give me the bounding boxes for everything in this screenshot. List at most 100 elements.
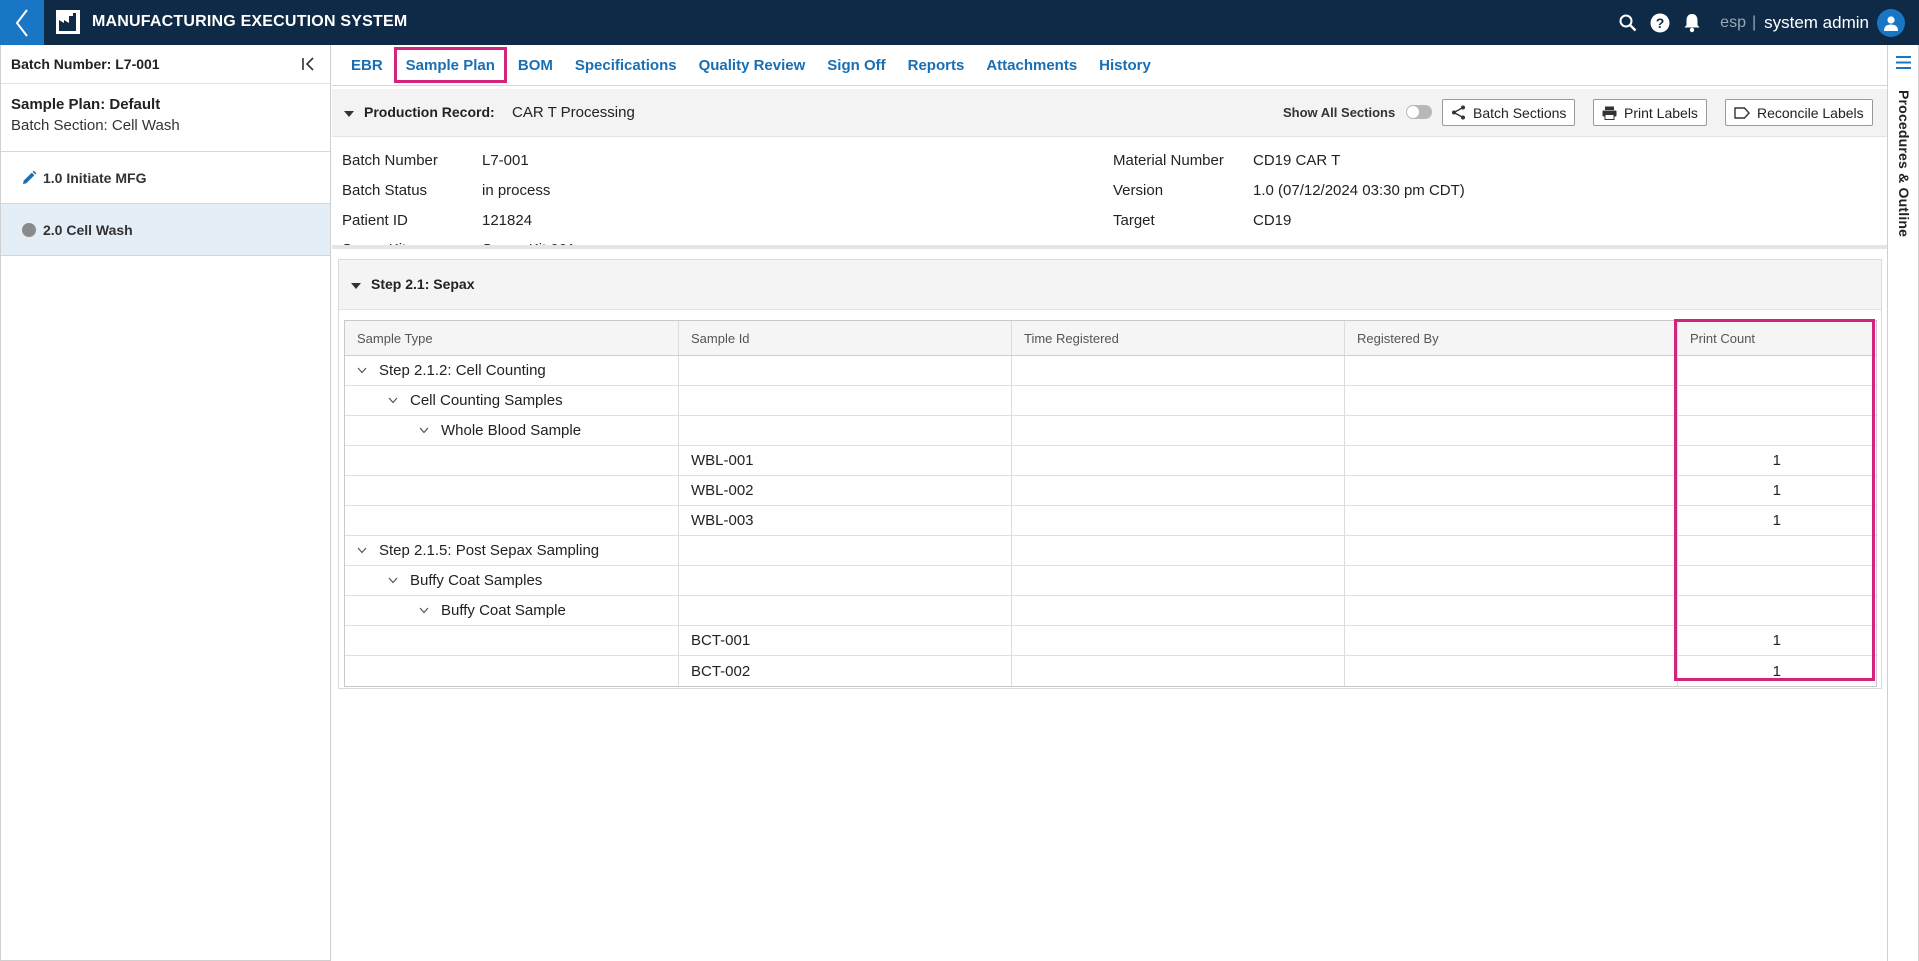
app-title: MANUFACTURING EXECUTION SYSTEM	[92, 13, 408, 30]
cell-registered-by	[1345, 476, 1678, 505]
tab-bom[interactable]: BOM	[507, 47, 564, 83]
tab-bar: EBR Sample Plan BOM Specifications Quali…	[332, 45, 1887, 86]
tab-sample-plan[interactable]: Sample Plan	[393, 47, 507, 83]
print-labels-button[interactable]: Print Labels	[1593, 99, 1707, 126]
table-row[interactable]: BCT-002 1	[345, 656, 1876, 686]
cell-time-registered	[1012, 446, 1345, 475]
sidebar-item-cell-wash[interactable]: 2.0 Cell Wash	[1, 204, 330, 256]
collapse-sidebar-button[interactable]	[298, 53, 320, 75]
procedures-outline-toggle[interactable]: Procedures & Outline	[1896, 90, 1912, 237]
field-label: Patient ID	[342, 212, 408, 229]
sample-type-label: Step 2.1.2: Cell Counting	[379, 362, 546, 379]
column-header-registered-by[interactable]: Registered By	[1345, 321, 1678, 355]
tab-reports[interactable]: Reports	[897, 47, 976, 83]
tree-group-row[interactable]: Step 2.1.2: Cell Counting	[345, 356, 1876, 386]
chevron-down-icon[interactable]	[419, 606, 429, 616]
show-all-sections-toggle[interactable]	[1406, 105, 1432, 119]
bell-icon	[1684, 13, 1700, 32]
user-name[interactable]: system admin	[1764, 13, 1869, 33]
search-button[interactable]	[1612, 0, 1644, 45]
cell-registered-by	[1345, 416, 1678, 445]
batch-section-label: Batch Section: Cell Wash	[11, 117, 180, 134]
help-icon: ?	[1650, 13, 1670, 32]
caret-down-icon[interactable]	[344, 111, 354, 117]
chevron-down-icon[interactable]	[419, 426, 429, 436]
cell-time-registered	[1012, 566, 1345, 595]
table-row[interactable]: WBL-001 1	[345, 446, 1876, 476]
cell-sample-id	[679, 596, 1012, 625]
share-icon	[1452, 105, 1465, 120]
column-header-time-registered[interactable]: Time Registered	[1012, 321, 1345, 355]
cell-sample-type	[345, 656, 679, 686]
cell-sample-id	[679, 356, 1012, 385]
collapse-left-icon	[302, 57, 314, 71]
cell-registered-by	[1345, 356, 1678, 385]
user-icon	[1884, 15, 1898, 31]
cell-print-count: 1	[1772, 452, 1781, 469]
grid-body: Step 2.1.2: Cell Counting Cell Counting S…	[345, 356, 1876, 686]
step-header[interactable]: Step 2.1: Sepax	[339, 260, 1881, 310]
batch-sections-button[interactable]: Batch Sections	[1442, 99, 1576, 126]
tab-specifications[interactable]: Specifications	[564, 47, 688, 83]
cell-sample-type: Buffy Coat Sample	[345, 596, 679, 625]
list-icon[interactable]	[1895, 54, 1912, 71]
table-row[interactable]: WBL-003 1	[345, 506, 1876, 536]
tab-attachments[interactable]: Attachments	[975, 47, 1088, 83]
sidebar-item-initiate-mfg[interactable]: 1.0 Initiate MFG	[1, 152, 330, 204]
cell-sample-id	[679, 416, 1012, 445]
field-value: CD19	[1253, 212, 1292, 229]
cell-time-registered	[1012, 386, 1345, 415]
back-button[interactable]	[0, 0, 44, 45]
caret-down-icon[interactable]	[351, 283, 361, 289]
tab-quality-review[interactable]: Quality Review	[688, 47, 817, 83]
column-header-sample-type[interactable]: Sample Type	[345, 321, 679, 355]
field-value: CD19 CAR T	[1253, 152, 1341, 169]
tab-ebr[interactable]: EBR	[340, 47, 394, 83]
chevron-down-icon[interactable]	[388, 396, 398, 406]
factory-icon	[56, 10, 80, 34]
help-button[interactable]: ?	[1644, 0, 1676, 45]
cell-registered-by	[1345, 656, 1678, 686]
table-row[interactable]: BCT-001 1	[345, 626, 1876, 656]
tree-group-row[interactable]: Cell Counting Samples	[345, 386, 1876, 416]
cell-registered-by	[1345, 386, 1678, 415]
sample-type-label: Buffy Coat Samples	[410, 572, 543, 589]
cell-registered-by	[1345, 446, 1678, 475]
cell-sample-type: Step 2.1.2: Cell Counting	[345, 356, 679, 385]
cell-print-count: 1	[1772, 662, 1781, 680]
cell-print-count	[1678, 596, 1876, 625]
tree-group-row[interactable]: Whole Blood Sample	[345, 416, 1876, 446]
chevron-down-icon[interactable]	[388, 576, 398, 586]
notifications-button[interactable]	[1676, 0, 1708, 45]
sample-grid: Sample Type Sample Id Time Registered Re…	[344, 320, 1877, 687]
field-value: Sepax Kit 001	[482, 241, 575, 245]
language-switch[interactable]: esp	[1720, 14, 1746, 32]
tree-group-row[interactable]: Step 2.1.5: Post Sepax Sampling	[345, 536, 1876, 566]
tab-history[interactable]: History	[1088, 47, 1162, 83]
cell-time-registered	[1012, 596, 1345, 625]
batch-sections-label: Batch Sections	[1473, 104, 1567, 121]
production-record-label: Production Record:	[364, 104, 495, 120]
tab-sign-off[interactable]: Sign Off	[816, 47, 896, 83]
table-row[interactable]: WBL-002 1	[345, 476, 1876, 506]
chevron-down-icon[interactable]	[357, 546, 367, 556]
grid-header: Sample Type Sample Id Time Registered Re…	[345, 321, 1876, 356]
production-record-header: Production Record: CAR T Processing Show…	[332, 89, 1887, 137]
cell-sample-id: BCT-001	[679, 626, 1012, 655]
avatar[interactable]	[1877, 8, 1905, 37]
label-icon	[1734, 106, 1750, 119]
tree-group-row[interactable]: Buffy Coat Sample	[345, 596, 1876, 626]
column-header-print-count[interactable]: Print Count	[1678, 321, 1876, 355]
svg-text:?: ?	[1656, 15, 1665, 31]
field-label: Material Number	[1113, 152, 1224, 169]
sample-plan-info: Sample Plan: Default Batch Section: Cell…	[1, 84, 330, 152]
column-header-sample-id[interactable]: Sample Id	[679, 321, 1012, 355]
cell-time-registered	[1012, 656, 1345, 686]
chevron-down-icon[interactable]	[357, 366, 367, 376]
field-value: 1.0 (07/12/2024 03:30 pm CDT)	[1253, 182, 1465, 199]
tree-group-row[interactable]: Buffy Coat Samples	[345, 566, 1876, 596]
top-actions: ? esp | system admin	[1612, 0, 1919, 45]
cell-sample-id: WBL-001	[679, 446, 1012, 475]
cell-sample-type	[345, 446, 679, 475]
reconcile-labels-button[interactable]: Reconcile Labels	[1725, 99, 1873, 126]
